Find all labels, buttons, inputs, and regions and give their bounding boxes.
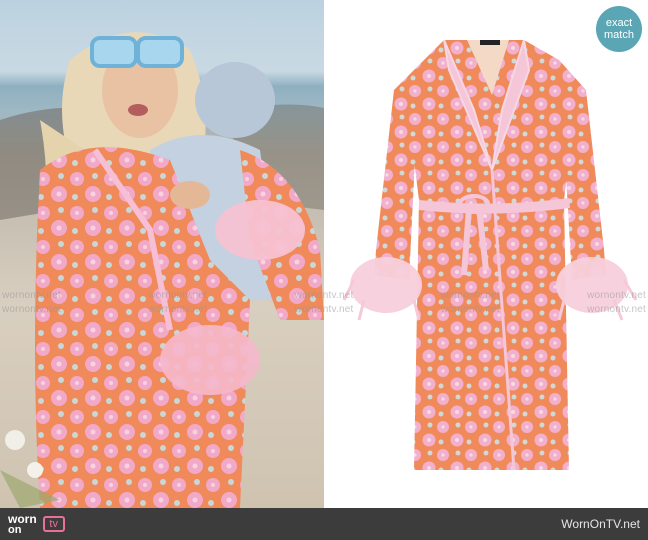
site-logo[interactable]: worn on tv <box>8 513 65 536</box>
logo-tv: tv <box>49 518 58 530</box>
scene-illustration <box>0 32 324 508</box>
watermark-text: wornontv.net <box>587 303 646 315</box>
logo-word-on: on <box>8 523 22 536</box>
logo-text: worn on <box>8 513 37 536</box>
footer-bar: worn on tv WornOnTV.net <box>0 508 648 540</box>
badge-line1: exact <box>605 17 633 29</box>
watermark-row: wornontv.net wornontv.net wornontv.net w… <box>0 296 648 322</box>
right-photo-product-coat <box>324 0 648 508</box>
left-photo-woman-holding-baby <box>0 0 324 508</box>
watermark-text: wornontv.net <box>294 303 354 315</box>
exact-match-badge: exact match <box>596 6 642 52</box>
watermark-text: wornontv.net <box>440 303 500 315</box>
logo-word-worn: worn <box>8 513 37 525</box>
watermark-text: wornontv.net <box>148 303 208 315</box>
badge-line2: match <box>604 29 634 41</box>
watermark-text: wornontv.net <box>2 303 61 315</box>
coat-illustration <box>342 39 638 471</box>
site-name[interactable]: WornOnTV.net <box>561 517 640 531</box>
tv-icon: tv <box>42 516 65 532</box>
